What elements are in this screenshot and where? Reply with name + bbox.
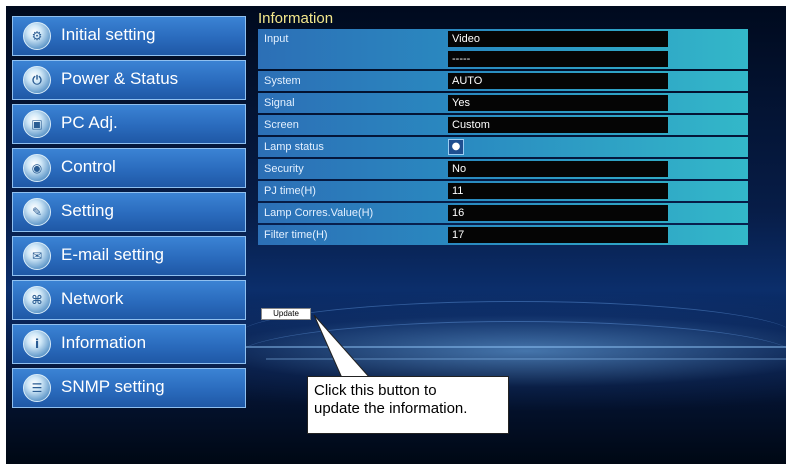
callout-text: Click this button to update the informat… bbox=[314, 382, 468, 417]
callout-box: Click this button to update the informat… bbox=[307, 376, 509, 434]
